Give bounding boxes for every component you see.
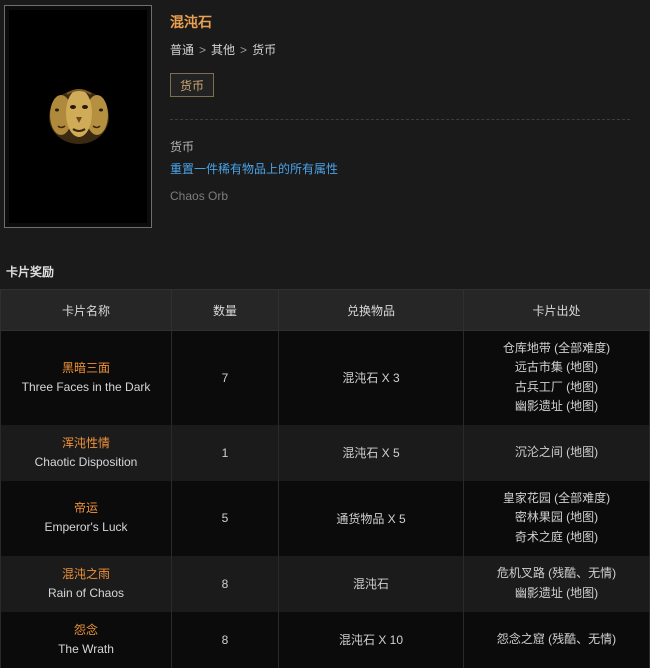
- quantity-cell: 1: [171, 424, 279, 481]
- item-title: 混沌石: [170, 14, 212, 30]
- breadcrumb-separator: >: [199, 43, 207, 57]
- card-reward-table: 卡片名称 数量 兑换物品 卡片出处 黑暗三面 Three Faces in the…: [0, 289, 650, 668]
- card-name-en: Chaotic Disposition: [34, 454, 138, 469]
- card-name-cell[interactable]: 混沌之雨 Rain of Chaos: [0, 555, 172, 612]
- card-name-cn[interactable]: 混沌之雨: [1, 565, 171, 584]
- quantity-cell: 7: [171, 330, 279, 425]
- source-cell: 沉沦之间 (地图): [463, 424, 650, 481]
- category-tag[interactable]: 货币: [170, 73, 215, 97]
- card-name-en: Rain of Chaos: [47, 585, 125, 600]
- card-name-cn[interactable]: 浑沌性情: [1, 434, 171, 453]
- source-cell: 怨念之窟 (残酷、无情): [463, 611, 650, 668]
- section-title: 卡片奖励: [6, 265, 55, 279]
- item-image: [9, 10, 147, 223]
- source-cell: 仓库地带 (全部难度) 远古市集 (地图) 古兵工厂 (地图) 幽影遗址 (地图): [463, 330, 650, 425]
- card-name-en: Three Faces in the Dark: [21, 379, 151, 394]
- column-header-source: 卡片出处: [463, 289, 650, 331]
- reward-cell: 混沌石 X 5: [278, 424, 464, 481]
- source-location[interactable]: 远古市集 (地图): [464, 358, 649, 378]
- column-header-reward: 兑换物品: [278, 289, 464, 331]
- table-row: 混沌之雨 Rain of Chaos 8 混沌石 危机叉路 (残酷、无情) 幽影遗址…: [0, 555, 650, 612]
- source-location[interactable]: 幽影遗址 (地图): [464, 397, 649, 417]
- breadcrumb-item[interactable]: 货币: [252, 43, 276, 57]
- table-row: 怨念 The Wrath 8 混沌石 X 10 怨念之窟 (残酷、无情): [0, 611, 650, 668]
- source-location[interactable]: 幽影遗址 (地图): [464, 584, 649, 604]
- source-location[interactable]: 沉沦之间 (地图): [464, 443, 649, 463]
- breadcrumb: 普通 > 其他 > 货币: [170, 41, 276, 58]
- reward-cell: 混沌石 X 3: [278, 330, 464, 425]
- chaos-orb-icon: [49, 89, 109, 144]
- table-row: 浑沌性情 Chaotic Disposition 1 混沌石 X 5 沉沦之间 (…: [0, 424, 650, 481]
- item-type: 货币: [170, 140, 195, 154]
- card-name-cn[interactable]: 帝运: [1, 499, 171, 518]
- item-image-frame: [4, 5, 152, 228]
- item-english-name: Chaos Orb: [170, 189, 229, 203]
- card-name-cn[interactable]: 怨念: [1, 621, 171, 640]
- source-location[interactable]: 古兵工厂 (地图): [464, 378, 649, 398]
- column-header-quantity: 数量: [171, 289, 279, 331]
- table-row: 黑暗三面 Three Faces in the Dark 7 混沌石 X 3 仓库…: [0, 330, 650, 425]
- source-location[interactable]: 奇术之庭 (地图): [464, 528, 649, 548]
- card-name-cell[interactable]: 浑沌性情 Chaotic Disposition: [0, 424, 172, 481]
- breadcrumb-item[interactable]: 其他: [211, 43, 235, 57]
- reward-cell: 通货物品 X 5: [278, 480, 464, 556]
- quantity-cell: 8: [171, 611, 279, 668]
- card-name-en: The Wrath: [58, 641, 114, 656]
- source-cell: 皇家花园 (全部难度) 密林果园 (地图) 奇术之庭 (地图): [463, 480, 650, 556]
- source-cell: 危机叉路 (残酷、无情) 幽影遗址 (地图): [463, 555, 650, 612]
- breadcrumb-separator: >: [240, 43, 248, 57]
- item-description: 重置一件稀有物品上的所有属性: [170, 162, 339, 176]
- card-name-cn[interactable]: 黑暗三面: [1, 359, 171, 378]
- source-location[interactable]: 密林果园 (地图): [464, 508, 649, 528]
- card-name-cell[interactable]: 黑暗三面 Three Faces in the Dark: [0, 330, 172, 425]
- card-name-cell[interactable]: 怨念 The Wrath: [0, 611, 172, 668]
- quantity-cell: 5: [171, 480, 279, 556]
- source-location[interactable]: 皇家花园 (全部难度): [464, 489, 649, 509]
- reward-cell: 混沌石: [278, 555, 464, 612]
- column-header-card-name: 卡片名称: [0, 289, 172, 331]
- divider: [170, 119, 630, 120]
- table-header-row: 卡片名称 数量 兑换物品 卡片出处: [0, 289, 650, 331]
- table-row: 帝运 Emperor's Luck 5 通货物品 X 5 皇家花园 (全部难度) 密…: [0, 480, 650, 556]
- card-name-cell[interactable]: 帝运 Emperor's Luck: [0, 480, 172, 556]
- source-location[interactable]: 危机叉路 (残酷、无情): [464, 564, 649, 584]
- source-location[interactable]: 仓库地带 (全部难度): [464, 339, 649, 359]
- breadcrumb-item[interactable]: 普通: [170, 43, 194, 57]
- source-location[interactable]: 怨念之窟 (残酷、无情): [464, 630, 649, 650]
- reward-cell: 混沌石 X 10: [278, 611, 464, 668]
- quantity-cell: 8: [171, 555, 279, 612]
- card-name-en: Emperor's Luck: [44, 520, 128, 534]
